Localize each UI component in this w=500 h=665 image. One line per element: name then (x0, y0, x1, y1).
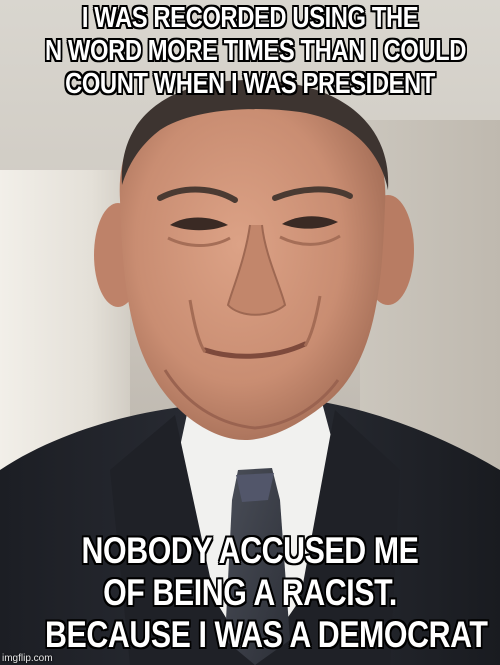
meme-top-caption: I WAS RECORDED USING THE N WORD MORE TIM… (45, 2, 467, 101)
bottom-caption-line: BECAUSE I WAS A DEMOCRAT (45, 614, 488, 655)
meme-bottom-caption: NOBODY ACCUSED ME OF BEING A RACIST. BEC… (45, 530, 488, 656)
top-caption-line: I WAS RECORDED USING THE (81, 2, 419, 34)
top-caption-line: N WORD MORE TIMES THAN I COULD (45, 35, 467, 67)
watermark: imgflip.com (2, 653, 53, 664)
top-caption-line: COUNT WHEN I WAS PRESIDENT (65, 68, 435, 100)
bottom-caption-line: NOBODY ACCUSED ME (81, 530, 419, 571)
bottom-caption-line: OF BEING A RACIST. (103, 572, 397, 613)
meme-image: I WAS RECORDED USING THE N WORD MORE TIM… (0, 0, 500, 665)
